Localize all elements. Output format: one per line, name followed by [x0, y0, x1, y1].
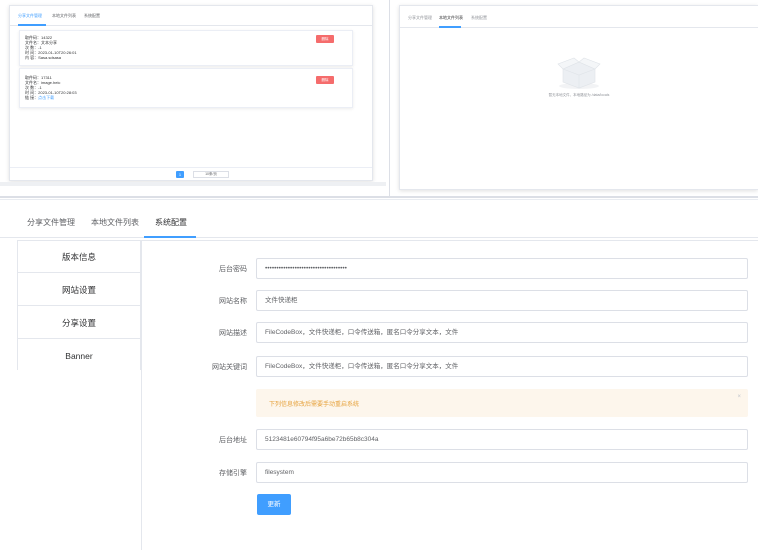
site-name-label: 网站名称	[219, 298, 247, 305]
tab-system-config[interactable]: 系统配置	[155, 217, 187, 228]
page-number-current[interactable]: 1	[176, 171, 184, 178]
empty-state-text: 暂无本地文件，本地路径为 /data/locals	[548, 93, 610, 97]
admin-password-label: 后台密码	[219, 266, 247, 273]
local-files-preview-panel: 分享文件管理 本地文件列表 系统配置 暂无本地文件，本地路径为 /data/lo…	[399, 5, 758, 190]
active-tab-indicator	[18, 24, 46, 26]
admin-password-field[interactable]: ••••••••••••••••••••••••••••••••••••	[256, 258, 748, 279]
tab-system-config[interactable]: 系统配置	[471, 15, 487, 21]
preview-tabs: 分享文件管理 本地文件列表 系统配置	[400, 6, 758, 28]
tab-local-files[interactable]: 本地文件列表	[52, 13, 76, 19]
tab-share-files[interactable]: 分享文件管理	[18, 13, 42, 19]
menu-item-share-settings[interactable]: 分享设置	[18, 307, 140, 339]
close-icon[interactable]: ×	[737, 394, 741, 400]
panel-shadow	[0, 182, 386, 186]
delete-button[interactable]: 删除	[316, 35, 334, 43]
site-keywords-field[interactable]: FileCodeBox，文件快递柜，口令传送箱，匿名口令分享文本，文件	[256, 356, 748, 377]
storage-engine-field[interactable]: filesystem	[256, 462, 748, 483]
restart-warning-alert: 下列信息修改后需要手动重启系统 ×	[256, 389, 748, 417]
card-line: 链 接：点击下载	[25, 95, 55, 100]
site-keywords-label: 网站关键词	[212, 364, 247, 371]
menu-item-site-settings[interactable]: 网站设置	[18, 274, 140, 306]
active-tab-indicator	[144, 236, 196, 238]
site-name-field[interactable]: 文件快递柜	[256, 290, 748, 311]
vertical-divider	[389, 0, 390, 196]
alert-text: 下列信息修改后需要手动重启系统	[269, 402, 360, 408]
admin-address-field[interactable]: 5123481e60794f95a6be72b65b8c304a	[256, 429, 748, 450]
tab-local-files[interactable]: 本地文件列表	[91, 217, 139, 228]
storage-engine-label: 存储引擎	[219, 470, 247, 477]
site-description-label: 网站描述	[219, 330, 247, 337]
delete-button[interactable]: 删除	[316, 76, 334, 84]
admin-address-label: 后台地址	[219, 437, 247, 444]
main-tabs: 分享文件管理 本地文件列表 系统配置	[0, 205, 758, 238]
pagination: 1 10条/页	[10, 167, 372, 180]
share-card: 取件码：14322 文件名：文本分享 次 数：-1 时 间：2023-01-10…	[19, 30, 353, 66]
tab-system-config[interactable]: 系统配置	[84, 13, 100, 19]
tab-share-files[interactable]: 分享文件管理	[27, 217, 75, 228]
tab-share-files[interactable]: 分享文件管理	[408, 15, 432, 21]
menu-item-version-info[interactable]: 版本信息	[18, 241, 140, 273]
menu-item-banner[interactable]: Banner	[18, 340, 140, 371]
horizontal-divider	[0, 196, 758, 198]
share-card: 取件码：17311 文件名：image.heic 次 数：-1 时 间：2023…	[19, 68, 353, 108]
download-link[interactable]: 点击下载	[38, 95, 54, 100]
tab-local-files[interactable]: 本地文件列表	[439, 15, 463, 21]
settings-menu: 版本信息 网站设置 分享设置 Banner	[17, 240, 141, 371]
active-tab-indicator	[439, 26, 461, 28]
site-description-field[interactable]: FileCodeBox，文件快递柜，口令传送箱，匿名口令分享文本，文件	[256, 322, 748, 343]
card-line: 内 容：Sasa.sdsasa	[25, 55, 62, 60]
preview-tabs: 分享文件管理 本地文件列表 系统配置	[10, 6, 372, 26]
share-list-preview-panel: 分享文件管理 本地文件列表 系统配置 取件码：14322 文件名：文本分享 次 …	[9, 5, 373, 181]
update-button[interactable]: 更新	[257, 494, 291, 515]
empty-box-icon	[557, 57, 601, 89]
page-size-select[interactable]: 10条/页	[193, 171, 229, 178]
horizontal-divider	[0, 199, 758, 200]
